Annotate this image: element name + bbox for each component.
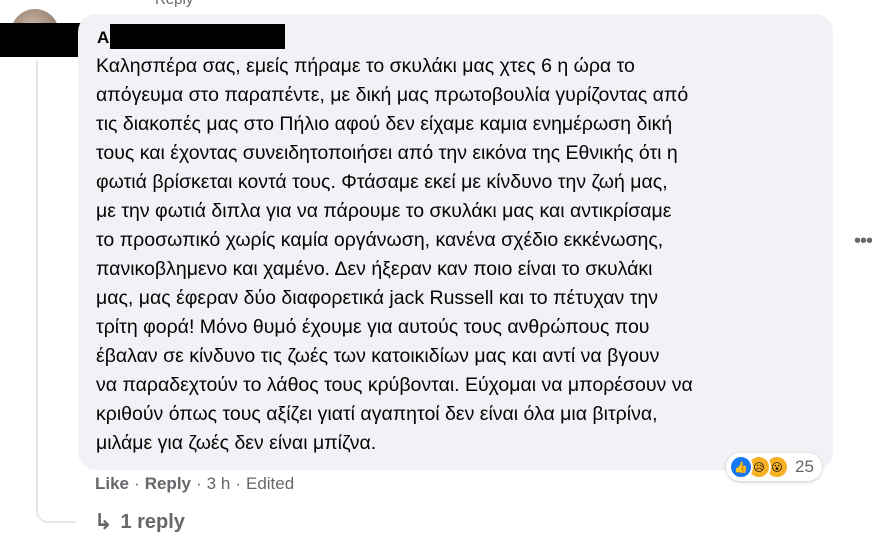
replies-label: 1 reply: [120, 510, 185, 533]
separator: ·: [196, 474, 202, 493]
like-icon: 👍: [729, 455, 753, 479]
comment-author-name[interactable]: A: [97, 28, 109, 48]
comment-timestamp[interactable]: 3 h: [207, 474, 231, 494]
comment-actions: Like · Reply · 3 h · Edited: [95, 474, 294, 494]
more-options-button[interactable]: •••: [850, 228, 876, 254]
previous-reply-link[interactable]: Reply: [155, 0, 193, 8]
comment-thread: Reply A Καλησπέρα σας, εμείς πήραμε το σ…: [0, 0, 880, 550]
comment-text: Καλησπέρα σας, εμείς πήραμε το σκυλάκι μ…: [96, 55, 693, 454]
separator: ·: [134, 474, 140, 493]
reply-button[interactable]: Reply: [145, 474, 191, 494]
edited-label[interactable]: Edited: [246, 474, 294, 494]
thread-connector-line: [36, 60, 76, 523]
separator: ·: [235, 474, 241, 493]
like-button[interactable]: Like: [95, 474, 129, 494]
author-name-redaction: [110, 24, 285, 49]
view-replies-button[interactable]: ↳ 1 reply: [94, 509, 185, 535]
reply-arrow-icon: ↳: [94, 509, 113, 534]
reaction-count: 25: [795, 457, 814, 476]
avatar-redaction: [0, 23, 88, 57]
reactions-summary[interactable]: 👍 😥 😮 25: [726, 453, 822, 481]
